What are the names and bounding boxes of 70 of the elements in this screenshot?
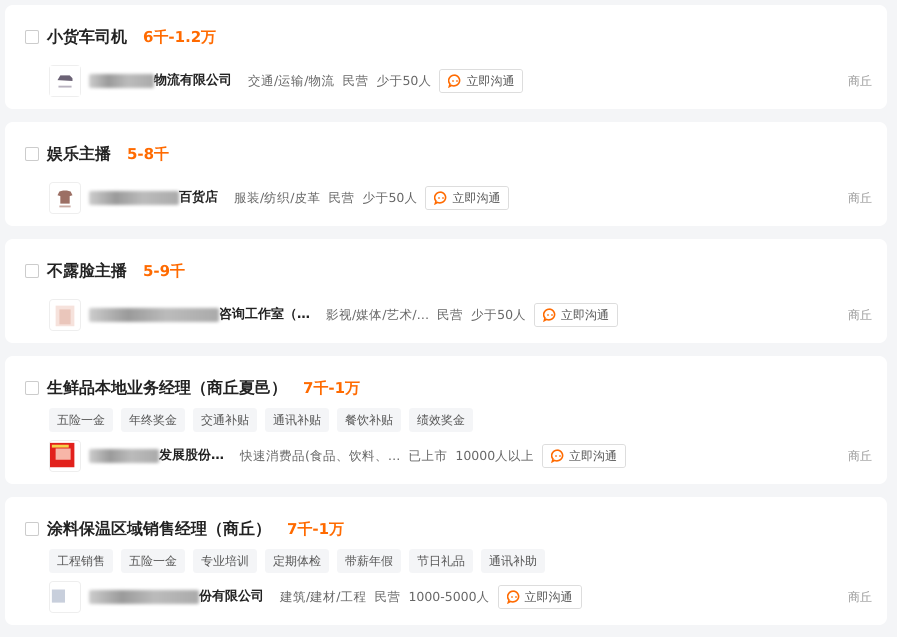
welfare-tag: 交通补贴	[193, 408, 257, 432]
company-type: 民营	[342, 72, 368, 90]
welfare-tag: 带薪年假	[337, 549, 401, 573]
company-logo	[49, 65, 81, 97]
company-logo	[49, 182, 81, 214]
chat-button[interactable]: 立即沟通	[425, 186, 510, 210]
company-logo	[49, 440, 81, 472]
chat-button[interactable]: 立即沟通	[439, 69, 524, 93]
job-title[interactable]: 生鲜品本地业务经理（商丘夏邑）	[47, 376, 287, 400]
location: 商丘	[848, 190, 872, 207]
chat-icon	[543, 308, 558, 322]
chat-icon	[448, 74, 462, 88]
company-name[interactable]: 百货店	[179, 188, 218, 208]
job-title[interactable]: 涂料保温区域销售经理（商丘）	[47, 517, 271, 541]
company-type: 已上市	[408, 446, 448, 465]
welfare-tag: 专业培训	[193, 549, 257, 573]
chat-icon	[434, 191, 448, 205]
company-type: 民营	[374, 588, 400, 606]
company-type: 民营	[328, 188, 354, 207]
company-size: 少于50人	[362, 188, 418, 207]
location: 商丘	[848, 307, 872, 324]
welfare-tag: 通讯补助	[481, 549, 545, 573]
company-name[interactable]: 咨询工作室（…	[219, 305, 310, 325]
welfare-tag: 五险一金	[121, 549, 185, 573]
industry: 建筑/建材/工程	[280, 588, 366, 606]
chat-button[interactable]: 立即沟通	[534, 303, 618, 327]
company-name[interactable]: 物流有限公司	[154, 71, 232, 91]
checkbox[interactable]	[25, 264, 39, 278]
chat-button[interactable]: 立即沟通	[542, 444, 626, 468]
company-size: 1000-5000人	[408, 588, 490, 606]
industry: 快速消费品(食品、饮料、…	[240, 446, 400, 465]
welfare-tag: 餐饮补贴	[337, 408, 401, 432]
welfare-tag: 节日礼品	[409, 549, 473, 573]
company-name[interactable]: 份有限公司	[199, 587, 264, 607]
chat-button[interactable]: 立即沟通	[498, 585, 582, 609]
company-logo	[49, 299, 81, 331]
checkbox[interactable]	[25, 147, 39, 161]
salary: 7千-1万	[287, 518, 344, 540]
industry: 影视/媒体/艺术/…	[326, 306, 430, 324]
job-title[interactable]: 不露脸主播	[47, 259, 127, 283]
checkbox[interactable]	[25, 381, 39, 395]
salary: 5-9千	[143, 260, 186, 282]
salary: 5-8千	[127, 144, 170, 165]
company-type: 民营	[437, 306, 464, 324]
location: 商丘	[848, 448, 872, 465]
company-size: 少于50人	[471, 306, 526, 324]
blurred-text	[89, 449, 159, 463]
company-size: 少于50人	[376, 72, 432, 90]
location: 商丘	[848, 73, 872, 90]
salary: 7千-1万	[303, 378, 360, 399]
welfare-tag: 工程销售	[49, 549, 113, 573]
welfare-tag: 年终奖金	[121, 408, 185, 432]
checkbox[interactable]	[25, 30, 39, 44]
company-size: 10000人以上	[455, 446, 534, 465]
company-name[interactable]: 发展股份…	[159, 446, 224, 466]
job-title[interactable]: 娱乐主播	[47, 142, 111, 166]
checkbox[interactable]	[25, 522, 39, 536]
job-title[interactable]: 小货车司机	[47, 25, 127, 49]
salary: 6千-1.2万	[143, 26, 216, 48]
industry: 服装/纺织/皮革	[234, 188, 320, 207]
welfare-tag: 绩效奖金	[409, 408, 473, 432]
welfare-tag: 五险一金	[49, 408, 113, 432]
industry: 交通/运输/物流	[248, 72, 334, 90]
location: 商丘	[848, 589, 872, 606]
chat-icon	[551, 449, 566, 463]
company-logo	[49, 581, 81, 613]
chat-icon	[506, 590, 521, 604]
blurred-text	[89, 74, 154, 88]
welfare-tag: 定期体检	[265, 549, 329, 573]
welfare-tag: 通讯补贴	[265, 408, 329, 432]
